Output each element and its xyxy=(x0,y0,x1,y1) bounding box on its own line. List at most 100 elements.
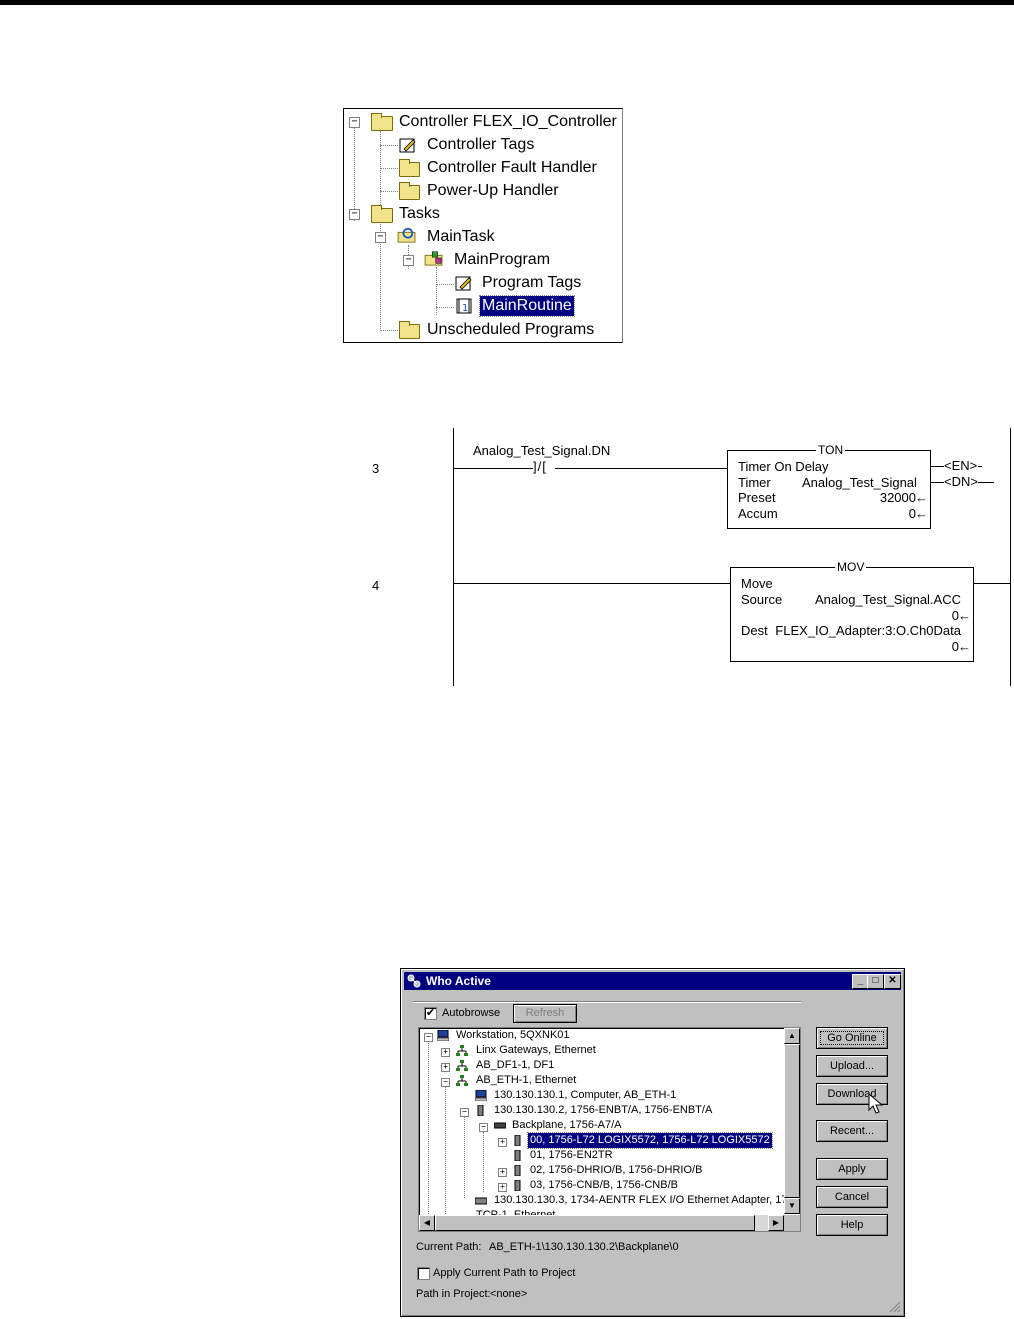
upload-button[interactable]: Upload... xyxy=(816,1055,888,1077)
collapse-toggle[interactable]: − xyxy=(424,1033,433,1042)
scroll-up-icon[interactable]: ▲ xyxy=(784,1028,800,1044)
output-wire xyxy=(930,466,944,467)
list-item[interactable]: 130.130.130.3, 1734-AENTR FLEX I/O Ether… xyxy=(494,1193,800,1208)
list-item[interactable]: 130.130.130.2, 1756-ENBT/A, 1756-ENBT/A xyxy=(494,1103,712,1118)
horizontal-scrollbar[interactable]: ◀ ▶ xyxy=(419,1215,784,1231)
resize-grip-icon[interactable] xyxy=(887,1299,901,1313)
tree-item-powerup-handler[interactable]: Power-Up Handler xyxy=(425,180,561,202)
who-active-dialog: Who Active _ □ ✕ ✔ Autobrowse Refresh − … xyxy=(400,968,905,1317)
rung-wire xyxy=(454,583,730,584)
output-wire xyxy=(930,482,944,483)
collapse-toggle[interactable]: − xyxy=(441,1078,450,1087)
tags-edit-icon xyxy=(455,276,472,291)
maximize-button[interactable]: □ xyxy=(867,974,884,989)
list-item[interactable]: Linx Gateways, Ethernet xyxy=(476,1043,596,1058)
network-icon xyxy=(456,1045,468,1056)
scroll-down-icon[interactable]: ▼ xyxy=(784,1198,800,1214)
cancel-button[interactable]: Cancel xyxy=(816,1186,888,1208)
instruction-description: Timer On Delay xyxy=(738,459,829,474)
instruction-description: Move xyxy=(741,576,773,591)
task-icon xyxy=(397,227,416,243)
module-icon xyxy=(514,1150,521,1161)
routine-icon: 1 xyxy=(456,298,472,314)
mov-instruction[interactable]: MOV Move Source Analog_Test_Signal.ACC 0… xyxy=(730,560,974,662)
tree-item-main-task[interactable]: MainTask xyxy=(425,226,497,248)
list-item[interactable]: AB_ETH-1, Ethernet xyxy=(476,1073,576,1088)
expand-toggle[interactable]: + xyxy=(498,1183,507,1192)
rung-wire xyxy=(973,583,1010,584)
contact-tag[interactable]: Analog_Test_Signal.DN xyxy=(473,443,610,458)
timer-label: Timer xyxy=(738,475,771,490)
list-item-selected[interactable]: 00, 1756-L72 LOGIX5572, 1756-L72 LOGIX55… xyxy=(527,1132,773,1149)
folder-icon xyxy=(399,159,420,177)
dn-output: <DN> xyxy=(944,474,978,489)
collapse-toggle[interactable]: − xyxy=(349,209,360,220)
tree-connector xyxy=(464,1116,465,1198)
tree-item-tasks[interactable]: Tasks xyxy=(397,203,442,225)
collapse-toggle[interactable]: − xyxy=(460,1108,469,1117)
network-icon xyxy=(456,1060,468,1071)
left-power-rail xyxy=(453,428,454,686)
backplane-icon xyxy=(494,1122,506,1129)
expand-toggle[interactable]: + xyxy=(498,1168,507,1177)
source-tag[interactable]: Analog_Test_Signal.ACC xyxy=(815,592,961,607)
controller-organizer-tree: − Controller FLEX_IO_Controller Controll… xyxy=(343,108,623,343)
list-item[interactable]: 03, 1756-CNB/B, 1756-CNB/B xyxy=(530,1178,678,1193)
list-item[interactable]: AB_DF1-1, DF1 xyxy=(476,1058,554,1073)
ton-instruction[interactable]: TON Timer On Delay Timer Analog_Test_Sig… xyxy=(727,443,931,529)
folder-icon xyxy=(399,182,420,200)
go-online-button[interactable]: Go Online xyxy=(816,1027,888,1049)
apply-button[interactable]: Apply xyxy=(816,1158,888,1180)
dest-tag[interactable]: FLEX_IO_Adapter:3:O.Ch0Data xyxy=(775,623,961,638)
adapter-icon xyxy=(475,1197,487,1205)
list-item[interactable]: 130.130.130.1, Computer, AB_ETH-1 xyxy=(494,1088,676,1103)
output-wire xyxy=(978,482,994,483)
collapse-toggle[interactable]: − xyxy=(349,117,360,128)
dest-label: Dest xyxy=(741,623,768,638)
expand-toggle[interactable]: + xyxy=(498,1138,507,1147)
path-in-project-value: <none> xyxy=(490,1288,528,1300)
scroll-thumb[interactable] xyxy=(435,1215,755,1231)
preset-value[interactable]: 32000 xyxy=(880,490,916,505)
help-button[interactable]: Help xyxy=(816,1214,888,1236)
accum-label: Accum xyxy=(738,506,778,521)
autobrowse-checkbox[interactable]: ✔ xyxy=(424,1007,437,1020)
tree-item-main-routine[interactable]: MainRoutine xyxy=(479,295,575,317)
tree-connector xyxy=(380,191,398,192)
timer-tag[interactable]: Analog_Test_Signal xyxy=(802,475,917,490)
list-item[interactable]: Backplane, 1756-A7/A xyxy=(512,1118,621,1133)
list-item[interactable]: 02, 1756-DHRIO/B, 1756-DHRIO/B xyxy=(530,1163,702,1178)
list-item[interactable]: 01, 1756-EN2TR xyxy=(530,1148,613,1163)
xio-contact[interactable]: ]/[ xyxy=(533,459,547,474)
computer-icon xyxy=(475,1090,487,1101)
path-in-project-label: Path in Project: xyxy=(416,1288,491,1300)
scroll-left-icon[interactable]: ◀ xyxy=(419,1215,435,1231)
scroll-thumb[interactable] xyxy=(784,1044,800,1198)
title-bar[interactable]: Who Active _ □ ✕ xyxy=(404,972,901,990)
workstation-icon xyxy=(437,1030,449,1041)
tree-item-controller[interactable]: Controller FLEX_IO_Controller xyxy=(397,111,619,133)
collapse-toggle[interactable]: − xyxy=(403,255,414,266)
tree-item-fault-handler[interactable]: Controller Fault Handler xyxy=(425,157,599,179)
scroll-right-icon[interactable]: ▶ xyxy=(768,1215,784,1231)
refresh-button[interactable]: Refresh xyxy=(513,1004,577,1023)
device-browser-list: − Workstation, 5QXNK01 + Linx Gateways, … xyxy=(418,1027,801,1232)
expand-toggle[interactable]: + xyxy=(441,1063,450,1072)
collapse-toggle[interactable]: − xyxy=(479,1123,488,1132)
tree-item-controller-tags[interactable]: Controller Tags xyxy=(425,134,536,156)
list-item[interactable]: Workstation, 5QXNK01 xyxy=(456,1028,570,1043)
source-label: Source xyxy=(741,592,783,607)
tree-item-program-tags[interactable]: Program Tags xyxy=(480,272,583,294)
vertical-scrollbar[interactable]: ▲ ▼ xyxy=(784,1028,800,1214)
expand-toggle[interactable]: + xyxy=(441,1048,450,1057)
scroll-corner xyxy=(784,1215,800,1231)
collapse-toggle[interactable]: − xyxy=(375,232,386,243)
recent-button[interactable]: Recent... xyxy=(816,1120,888,1142)
close-button[interactable]: ✕ xyxy=(884,974,901,989)
rung-wire xyxy=(555,468,728,469)
folder-icon xyxy=(399,321,420,339)
tree-connector xyxy=(428,1040,429,1228)
apply-path-checkbox[interactable] xyxy=(417,1267,430,1280)
tree-item-unscheduled-programs[interactable]: Unscheduled Programs xyxy=(425,319,596,341)
tree-item-main-program[interactable]: MainProgram xyxy=(452,249,552,271)
